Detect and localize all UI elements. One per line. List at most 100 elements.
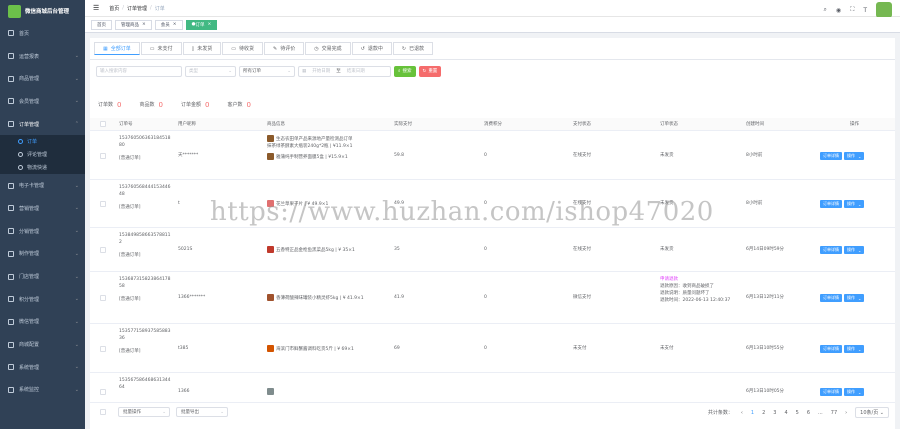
order-number-line2: 2 — [119, 240, 122, 245]
search-button[interactable]: ⌕ 搜索 — [394, 65, 416, 77]
tab-item[interactable]: ↻ 已退款 — [392, 42, 434, 55]
end-date: 结束日期 — [346, 69, 365, 74]
tag-item[interactable]: 首页 — [91, 19, 112, 30]
chevron-down-icon: ⌄ — [228, 68, 232, 74]
page-number[interactable]: 5 — [796, 410, 799, 416]
reset-button[interactable]: ↻ 重置 — [418, 65, 442, 77]
sidebar-item[interactable]: 运营报表 ⌄ — [0, 45, 85, 68]
type-select[interactable]: 类型 ⌄ — [185, 65, 236, 77]
avatar[interactable] — [876, 2, 892, 18]
tag-label: 会员 — [160, 22, 170, 28]
sidebar-item[interactable]: 首页 — [0, 22, 85, 45]
actual-pay: 59.8 — [394, 153, 405, 158]
sidebar-item[interactable]: 订单管理 ⌃ — [0, 113, 85, 136]
tag-item[interactable]: ● 订单 × — [185, 19, 218, 30]
select-all-checkbox[interactable] — [100, 121, 106, 127]
search-icon[interactable]: ⌕ — [824, 6, 827, 14]
order-type-select[interactable]: 所有订单 ⌄ — [239, 65, 295, 77]
sidebar-item[interactable]: 会员管理 ⌄ — [0, 90, 85, 113]
operation-dropdown-button[interactable]: 操作 ⌄ — [844, 152, 865, 160]
row-checkbox[interactable] — [100, 346, 106, 352]
column-header: 实际支付 — [394, 122, 412, 127]
sidebar-subitem[interactable]: 物流快递 — [0, 161, 85, 175]
search-input[interactable]: 输入搜索内容 — [96, 65, 182, 77]
batch-action-select[interactable]: 批量操作 ⌄ — [118, 407, 170, 417]
page-number[interactable]: 77 — [831, 410, 837, 416]
hamburger-icon[interactable]: ☰ — [93, 4, 99, 12]
page-number[interactable]: 6 — [807, 410, 810, 416]
page-number[interactable]: 2 — [762, 410, 765, 416]
sidebar-item[interactable]: 制作管理 ⌄ — [0, 243, 85, 266]
goods-line: 雅蒲纯手制营养面膜5盒 | ¥15.9×1 — [267, 153, 387, 161]
sidebar-item[interactable]: 门店管理 ⌄ — [0, 265, 85, 288]
sidebar-item[interactable]: 营销管理 ⌄ — [0, 197, 85, 220]
tag-item[interactable]: 会员 × — [154, 19, 183, 30]
sidebar-item[interactable]: 分销管理 ⌄ — [0, 220, 85, 243]
operation-dropdown-button[interactable]: 操作 ⌄ — [844, 294, 865, 302]
tab-item[interactable]: ▭ 待收货 — [222, 42, 264, 55]
sidebar-subitem[interactable]: 订单 — [0, 135, 85, 149]
close-icon[interactable]: × — [208, 22, 212, 27]
sidebar-subitem[interactable]: 评论管理 — [0, 148, 85, 162]
row-checkbox[interactable] — [100, 201, 106, 207]
operation-dropdown-button[interactable]: 操作 ⌄ — [844, 388, 865, 396]
tab-item[interactable]: ▯ 未发货 — [182, 42, 222, 55]
close-icon[interactable]: × — [173, 22, 177, 27]
github-icon[interactable]: ◉ — [836, 7, 841, 14]
order-detail-button[interactable]: 订单详情 — [820, 345, 842, 353]
tab-item[interactable]: ◷ 交易完成 — [305, 42, 351, 55]
breadcrumb-home[interactable]: 首页 — [109, 5, 119, 12]
next-page-icon[interactable]: › — [845, 410, 847, 416]
tab-item[interactable]: ▭ 未支付 — [140, 42, 182, 55]
chevron-down-icon: ⌃ — [74, 121, 79, 128]
chevron-down-icon: ⌄ — [74, 296, 79, 303]
goods-info: 五香特正品金枪鱼黑菜品5kg | ¥ 35×1 — [267, 246, 387, 254]
sidebar-item[interactable]: 微信管理 ⌄ — [0, 311, 85, 334]
sidebar-item-label: 会员管理 — [19, 98, 40, 105]
logo-icon — [8, 4, 21, 18]
row-checkbox[interactable] — [100, 295, 106, 301]
sidebar-item[interactable]: 商城配置 ⌄ — [0, 333, 85, 356]
prev-page-icon[interactable]: ‹ — [741, 410, 743, 416]
order-detail-button[interactable]: 订单详情 — [820, 246, 842, 254]
page-number[interactable]: 3 — [773, 410, 776, 416]
operation-dropdown-button[interactable]: 操作 ⌄ — [844, 345, 865, 353]
page-number[interactable]: 1 — [751, 410, 754, 416]
sidebar-item[interactable]: 电子卡管理 ⌄ — [0, 174, 85, 197]
order-detail-button[interactable]: 订单详情 — [820, 388, 842, 396]
fullscreen-icon[interactable]: ⛶ — [850, 6, 854, 14]
page-size-select[interactable]: 10条/页 ⌄ — [855, 407, 889, 418]
page-number[interactable]: ... — [818, 410, 823, 416]
watermark-text: https://www.huzhan.com/ishop47020 — [210, 197, 714, 227]
close-icon[interactable]: × — [142, 22, 146, 27]
row-checkbox[interactable] — [100, 153, 106, 159]
sidebar-item[interactable]: 系统管理 ⌄ — [0, 356, 85, 379]
batch-export-select[interactable]: 批量导出 ⌄ — [176, 407, 228, 417]
column-header: 订单号 — [119, 122, 133, 127]
app-logo[interactable]: 微信商城后台管理 — [0, 0, 85, 22]
row-checkbox[interactable] — [100, 247, 106, 253]
stat-label: 订单数 — [98, 102, 114, 108]
tag-item[interactable]: 管理商品 × — [115, 19, 152, 30]
app-title: 微信商城后台管理 — [25, 9, 70, 15]
tab-item[interactable]: ▦ 全部订单 — [94, 42, 140, 55]
sidebar-item[interactable]: 商品管理 ⌄ — [0, 67, 85, 90]
date-range-picker[interactable]: ▦ 开始日期 至 结束日期 — [298, 65, 391, 77]
order-detail-button[interactable]: 订单详情 — [820, 294, 842, 302]
page-number[interactable]: 4 — [784, 410, 787, 416]
order-detail-button[interactable]: 订单详情 — [820, 200, 842, 208]
operation-dropdown-button[interactable]: 操作 ⌄ — [844, 200, 865, 208]
operation-dropdown-button[interactable]: 操作 ⌄ — [844, 246, 865, 254]
table-body: 153760506363184518 80 [普通订单] 天******* 生态农田单产… — [90, 131, 895, 411]
tab-icon: ◷ — [314, 45, 319, 52]
row-checkbox[interactable] — [100, 389, 106, 395]
order-detail-button[interactable]: 订单详情 — [820, 152, 842, 160]
tab-item[interactable]: ✎ 待评价 — [264, 42, 305, 55]
footer-checkbox[interactable] — [100, 409, 106, 415]
font-size-icon[interactable]: T — [863, 7, 867, 14]
tab-item[interactable]: ↺ 退款中 — [351, 42, 392, 55]
sidebar-item[interactable]: 积分管理 ⌄ — [0, 288, 85, 311]
breadcrumb-level1[interactable]: 订单管理 — [127, 5, 147, 12]
sidebar-item[interactable]: 系统监控 ⌄ — [0, 379, 85, 402]
tab-label: 已退款 — [409, 46, 425, 52]
